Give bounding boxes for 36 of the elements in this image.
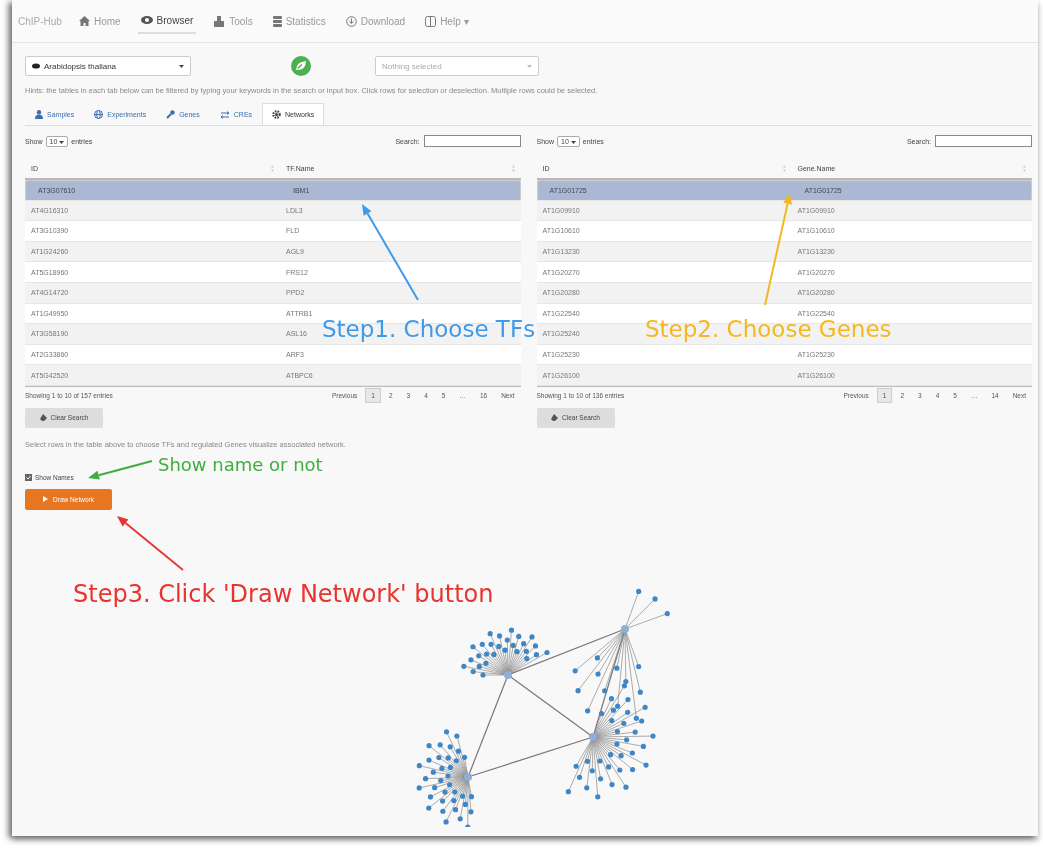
nav-link[interactable]: Tools: [210, 9, 256, 33]
person-icon: [35, 110, 43, 119]
download-icon: [345, 15, 357, 27]
globe-icon: [94, 110, 104, 119]
nav-link[interactable]: Statistics: [269, 9, 329, 33]
eraser-icon: [39, 414, 47, 422]
wrench-icon: [166, 110, 176, 119]
home-icon: [78, 16, 90, 26]
database-icon: [272, 15, 282, 27]
caret-icon: [179, 64, 184, 68]
leaf-icon: [32, 63, 40, 69]
nav-link[interactable]: Download: [342, 9, 409, 33]
leaf-badge-icon: [291, 56, 311, 76]
pointer-arrow: [88, 460, 153, 480]
eraser-icon: [551, 414, 559, 422]
caret-icon: [527, 64, 532, 68]
search-field[interactable]: [935, 135, 1032, 147]
species-dropdown[interactable]: Arabidopsis thaliana: [25, 56, 191, 76]
search-field[interactable]: [423, 135, 521, 147]
annotation-text: Step2. Choose Genes: [645, 318, 892, 341]
gear-icon: [272, 110, 282, 119]
book-icon: [425, 15, 437, 27]
nav-link[interactable]: Browser: [137, 8, 197, 34]
show-names-checkbox[interactable]: [25, 473, 32, 481]
annotation-text: Show name or not: [158, 456, 323, 474]
caret-icon: [570, 140, 576, 144]
eye-icon: [140, 16, 153, 24]
play-icon: [43, 496, 49, 503]
tools-icon: [213, 15, 226, 27]
pointer-arrow: [117, 516, 184, 571]
nav-link[interactable]: Help ▾: [422, 9, 472, 33]
caret-icon: [59, 140, 65, 144]
annotation-text: Step3. Click 'Draw Network' button: [73, 582, 494, 606]
annotation-text: Step1. Choose TFs: [322, 318, 536, 341]
swap-icon: [219, 110, 230, 119]
nav-link[interactable]: Home: [75, 9, 124, 33]
